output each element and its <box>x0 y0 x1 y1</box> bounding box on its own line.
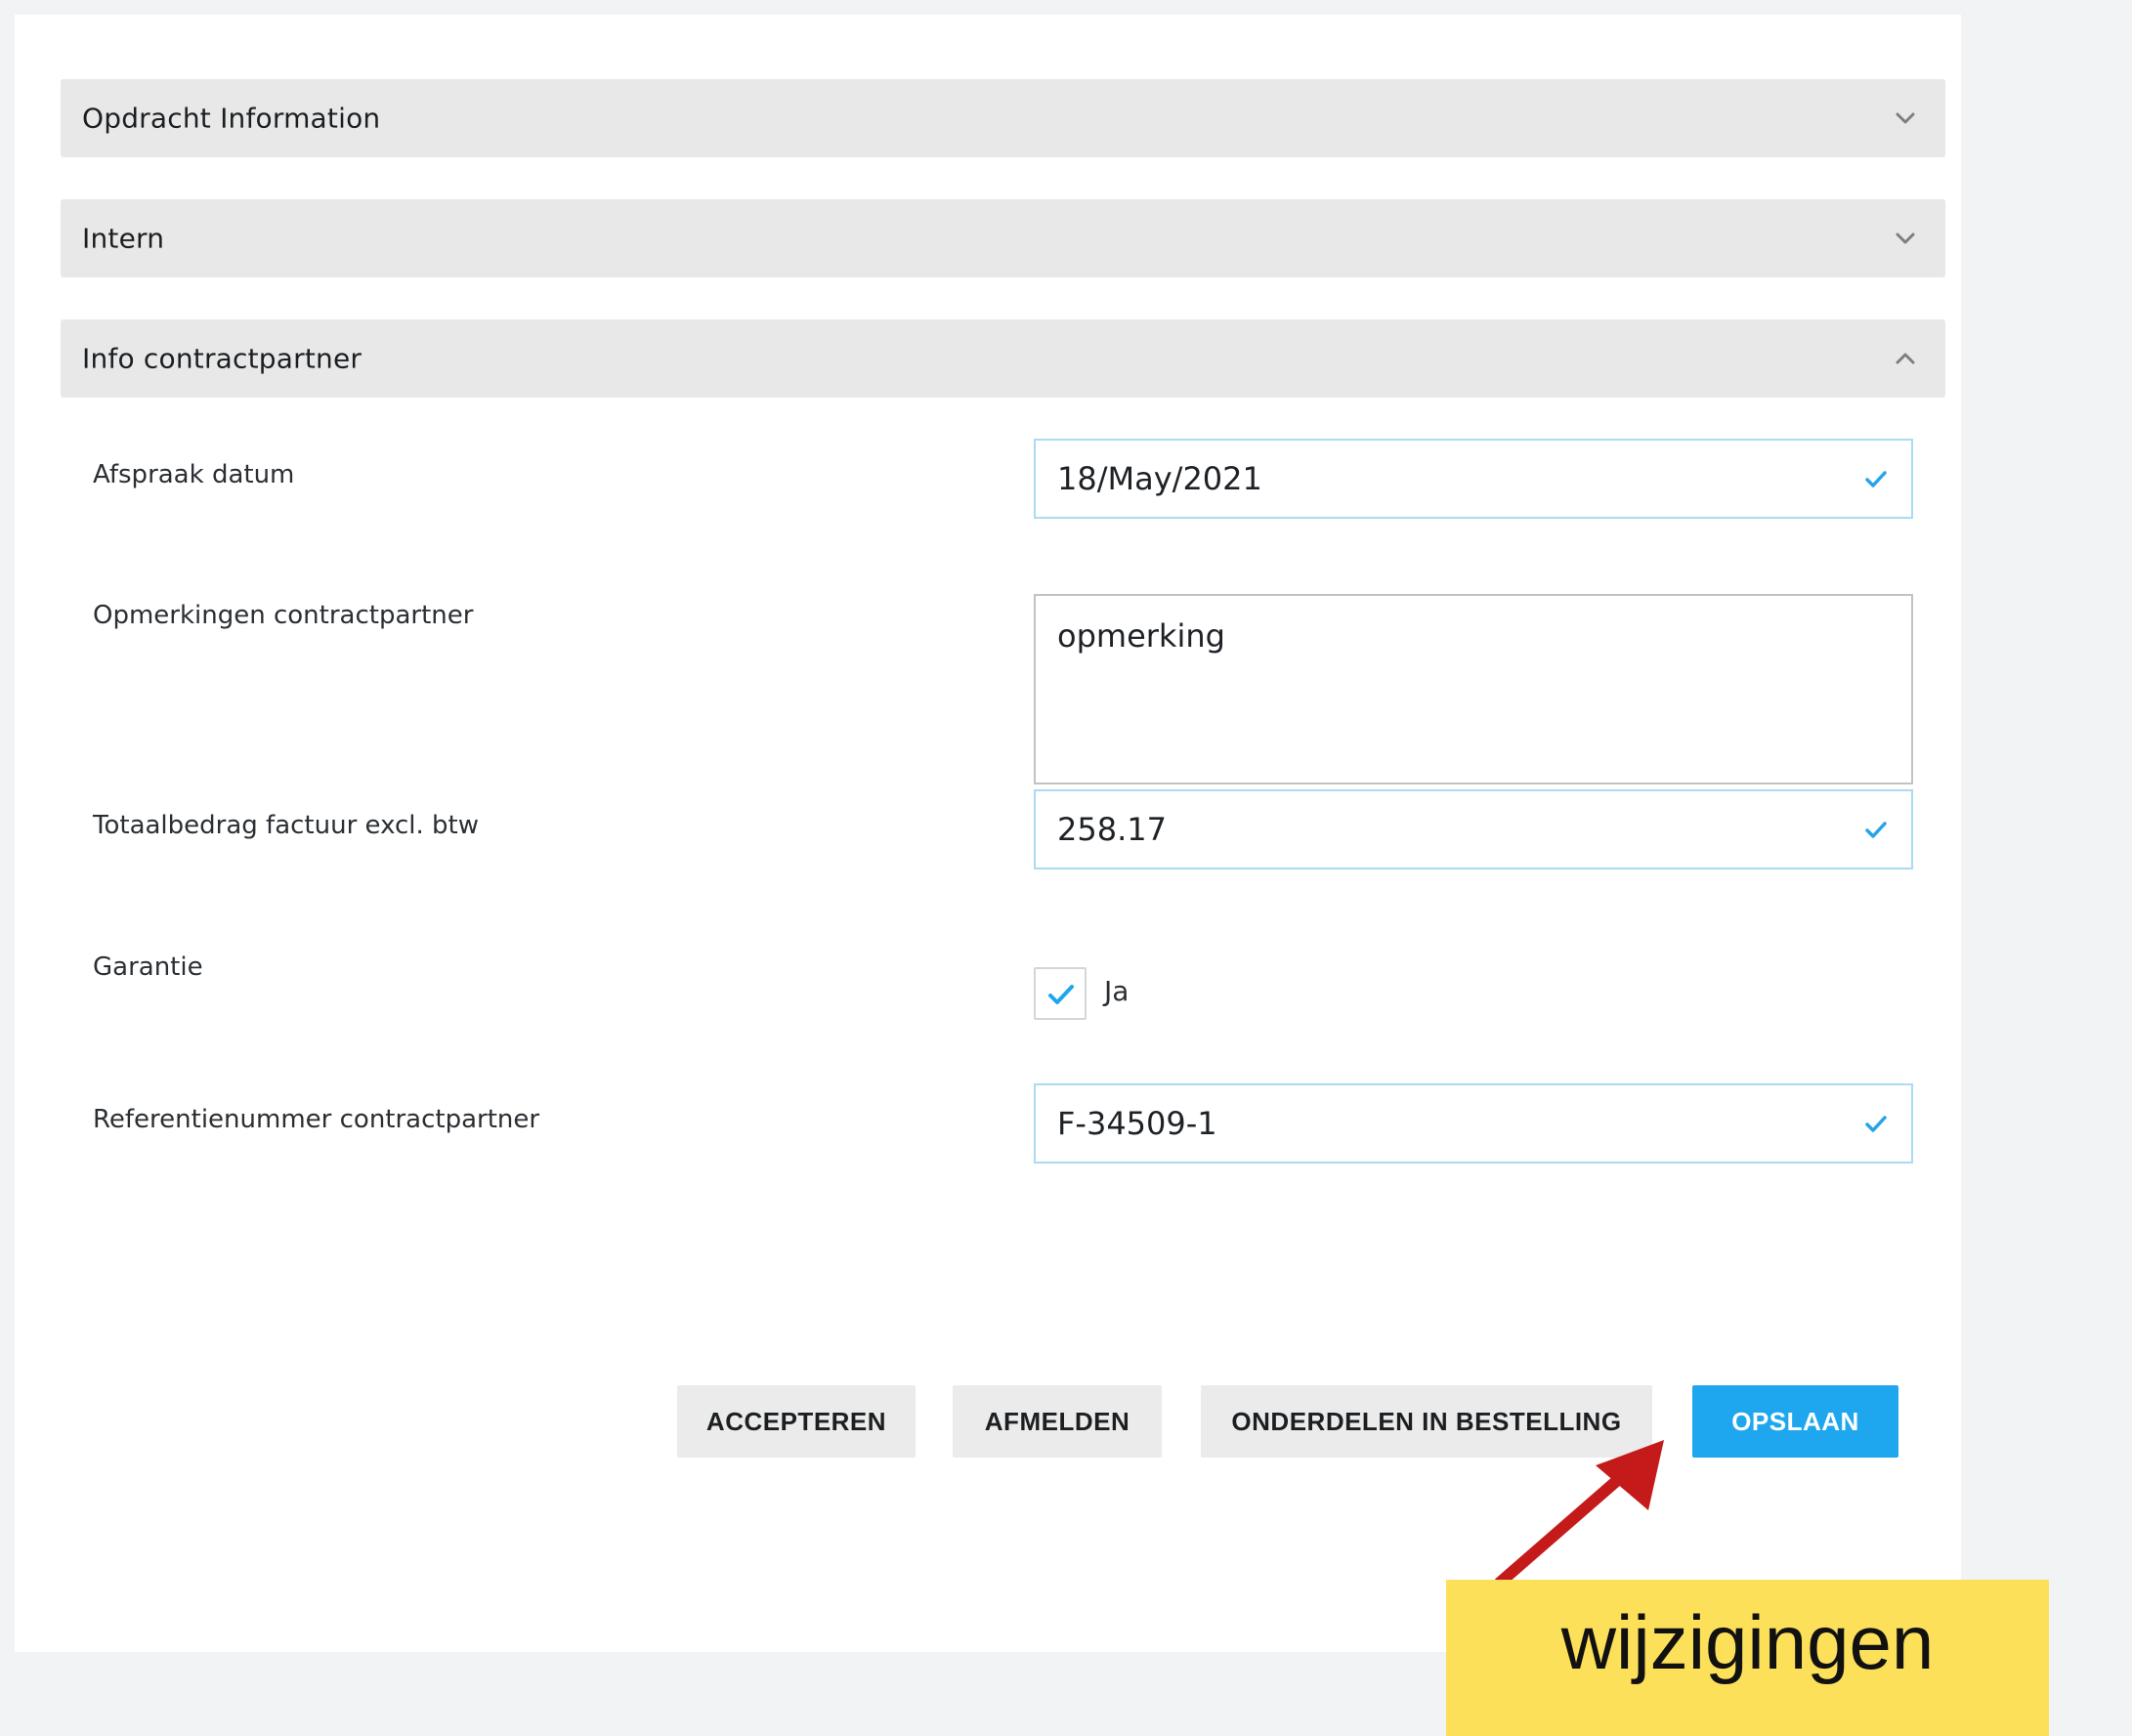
valid-check-icon <box>1862 816 1890 843</box>
totaalbedrag-value: 258.17 <box>1057 811 1167 848</box>
chevron-down-icon <box>1889 222 1922 255</box>
afspraak-datum-field[interactable]: 18/May/2021 <box>1034 439 1913 519</box>
afspraak-datum-value: 18/May/2021 <box>1057 460 1262 497</box>
chevron-up-icon <box>1889 342 1922 375</box>
annotation-callout: wijzigingen <box>1446 1580 2049 1736</box>
section-title: Info contractpartner <box>82 342 362 375</box>
afspraak-datum-label: Afspraak datum <box>93 460 295 489</box>
section-title: Intern <box>82 222 165 255</box>
opmerkingen-value: opmerking <box>1057 617 1225 655</box>
annotation-arrow-icon <box>1494 1440 1664 1588</box>
garantie-checkbox[interactable] <box>1034 967 1087 1020</box>
accepteren-button[interactable]: ACCEPTEREN <box>677 1385 916 1458</box>
referentienummer-label: Referentienummer contractpartner <box>93 1105 540 1134</box>
section-header-info-contractpartner[interactable]: Info contractpartner <box>61 319 1945 398</box>
section-header-opdracht-information[interactable]: Opdracht Information <box>61 79 1945 157</box>
referentienummer-field[interactable]: F-34509-1 <box>1034 1083 1913 1164</box>
referentienummer-value: F-34509-1 <box>1057 1105 1217 1142</box>
section-header-intern[interactable]: Intern <box>61 199 1945 277</box>
checkmark-icon <box>1048 985 1074 1004</box>
totaalbedrag-field[interactable]: 258.17 <box>1034 789 1913 869</box>
afmelden-button[interactable]: AFMELDEN <box>953 1385 1162 1458</box>
totaalbedrag-label: Totaalbedrag factuur excl. btw <box>93 811 480 840</box>
section-title: Opdracht Information <box>82 102 381 135</box>
opmerkingen-textarea[interactable]: opmerking <box>1034 594 1913 784</box>
main-panel: Opdracht Information Intern Info contrac… <box>15 15 1961 1652</box>
garantie-label: Garantie <box>93 953 203 982</box>
opmerkingen-label: Opmerkingen contractpartner <box>93 601 474 630</box>
opslaan-button[interactable]: OPSLAAN <box>1692 1385 1898 1458</box>
valid-check-icon <box>1862 465 1890 492</box>
chevron-down-icon <box>1889 102 1922 135</box>
annotation-text: wijzigingen <box>1560 1599 1935 1685</box>
valid-check-icon <box>1862 1110 1890 1137</box>
garantie-option-label[interactable]: Ja <box>1104 975 1129 1007</box>
